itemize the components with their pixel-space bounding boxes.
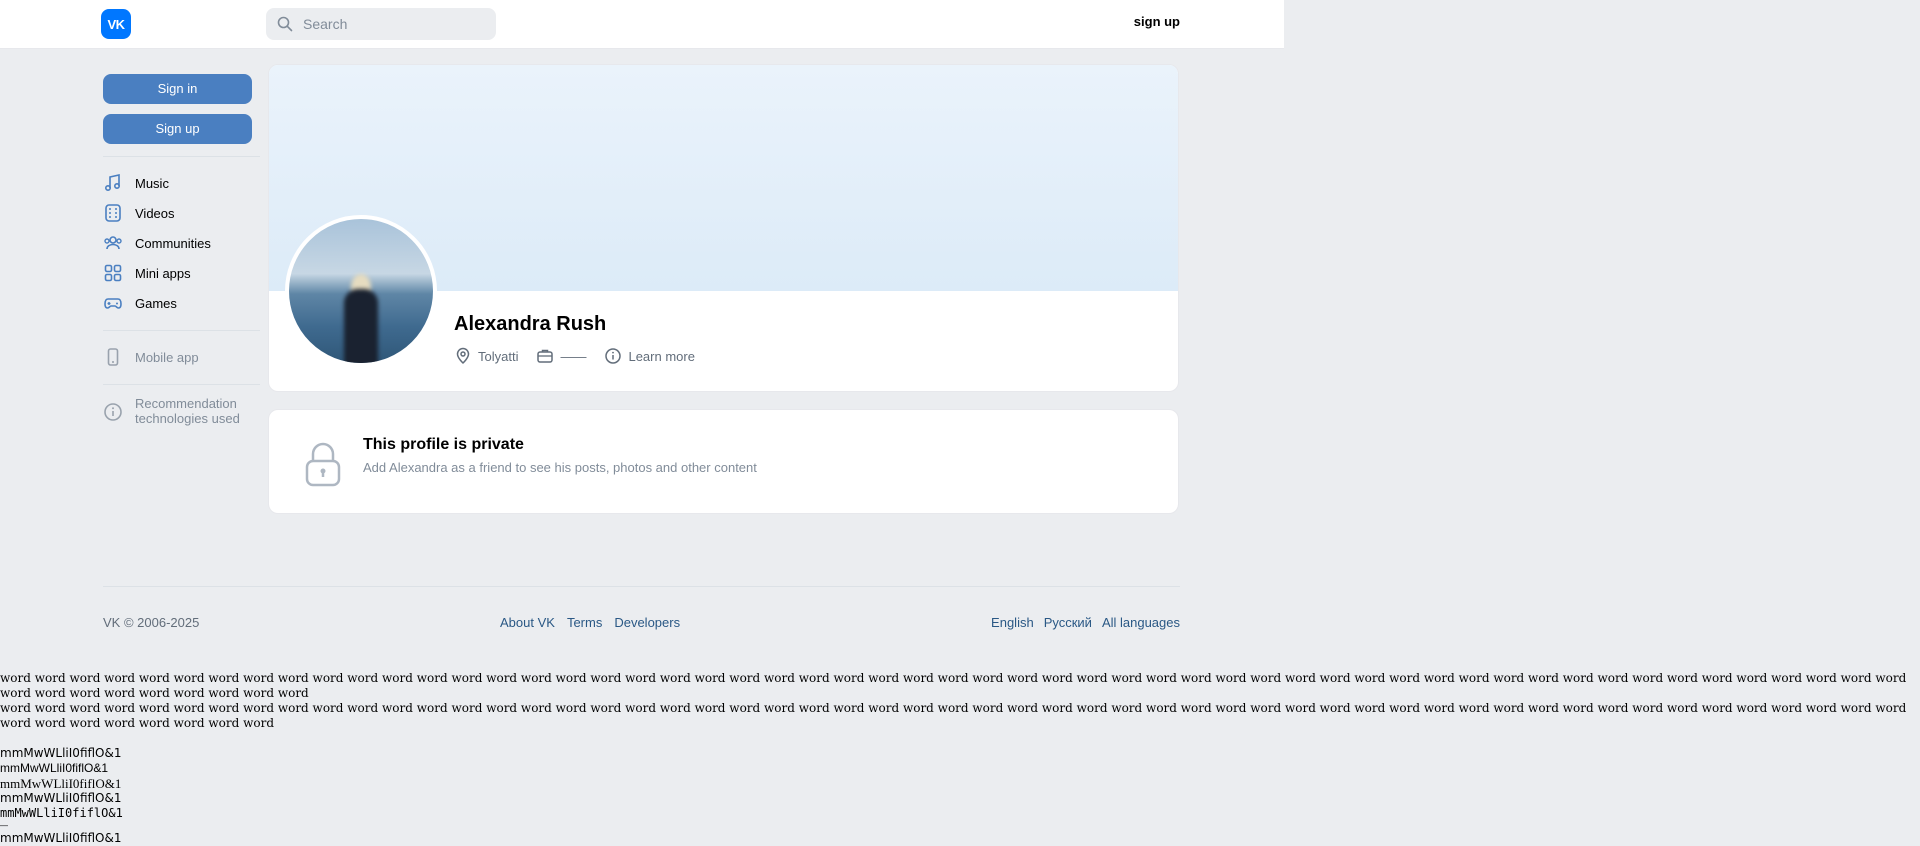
sidebar-item-label: Recommendation technologies used <box>135 396 240 426</box>
sidebar-item-music[interactable]: Music <box>103 168 260 198</box>
sidebar-divider <box>103 330 260 331</box>
footer-divider <box>103 586 1180 587</box>
language-english[interactable]: English <box>991 615 1034 630</box>
location-icon <box>456 347 470 365</box>
font-sample: mmMwWLliI0fiflO&1 <box>0 791 122 805</box>
sidebar-item-videos[interactable]: Videos <box>103 198 260 228</box>
info-icon <box>103 402 123 422</box>
sidebar-item-mobile-app[interactable]: Mobile app <box>103 342 260 372</box>
gamepad-icon <box>103 293 123 313</box>
left-sidebar: Sign in Sign up Music Videos Communities… <box>103 74 260 426</box>
font-sample: mmMwWLliI0fiflO&1 <box>0 831 122 845</box>
vk-logo[interactable]: VK <box>101 9 131 39</box>
profile-city: Tolyatti <box>478 348 519 364</box>
private-description: Add Alexandra as a friend to see his pos… <box>363 460 757 475</box>
font-sample: mmMwWLliI0fiflO&1 <box>0 776 122 791</box>
search-input[interactable] <box>301 15 485 33</box>
footer-link-developers[interactable]: Developers <box>614 615 680 630</box>
sidebar-item-communities[interactable]: Communities <box>103 228 260 258</box>
lock-icon <box>305 442 341 487</box>
sidebar-divider <box>103 384 260 385</box>
language-russian[interactable]: Русский <box>1044 615 1092 630</box>
video-icon <box>103 203 123 223</box>
mini-apps-icon <box>103 263 123 283</box>
profile-card: Alexandra Rush Tolyatti —— Learn more <box>268 64 1179 392</box>
learn-more-link[interactable]: Learn more <box>628 349 694 364</box>
font-sample: mmMwWLliI0fiflO&1 <box>0 806 123 820</box>
sidebar-item-label: Games <box>135 295 177 311</box>
footer-link-about[interactable]: About VK <box>500 615 555 630</box>
communities-icon <box>103 233 123 253</box>
profile-work: —— <box>560 348 587 364</box>
sidebar-divider <box>103 156 260 157</box>
sidebar-item-games[interactable]: Games <box>103 288 260 318</box>
font-sample: mmMwWLliI0fiflO&1 <box>0 761 109 775</box>
footer-link-terms[interactable]: Terms <box>567 615 602 630</box>
sign-in-button[interactable]: Sign in <box>103 74 252 104</box>
copyright-text: VK © 2006-2025 <box>103 615 200 630</box>
search-box[interactable] <box>266 8 496 40</box>
words-line: word word word word word word word word … <box>0 671 1907 700</box>
private-title: This profile is private <box>363 436 524 453</box>
divider-dash: — <box>0 821 8 830</box>
music-icon <box>103 173 123 193</box>
font-sample: mmMwWLliI0fiflO&1 <box>0 746 122 760</box>
private-profile-card: This profile is private Add Alexandra as… <box>268 409 1179 514</box>
phone-icon <box>103 347 123 367</box>
sidebar-item-mini-apps[interactable]: Mini apps <box>103 258 260 288</box>
words-line: word word word word word word word word … <box>0 701 1907 730</box>
sidebar-item-label: Communities <box>135 235 211 251</box>
avatar-figure <box>344 289 378 363</box>
avatar[interactable] <box>285 215 437 367</box>
sidebar-item-label: Videos <box>135 205 175 221</box>
header-signup-link[interactable]: sign up <box>1120 14 1180 29</box>
sidebar-item-label: Mobile app <box>135 349 199 365</box>
profile-meta: Tolyatti —— Learn more <box>454 347 695 365</box>
sidebar-item-recommendation[interactable]: Recommendation technologies used <box>103 396 260 426</box>
profile-name: Alexandra Rush <box>454 313 607 335</box>
footer-languages: English Русский All languages <box>991 615 1180 630</box>
info-icon <box>605 348 622 364</box>
briefcase-icon <box>537 349 554 363</box>
sidebar-item-label: Mini apps <box>135 265 191 281</box>
sidebar-item-label: Music <box>135 175 169 191</box>
footer-copyright: VK © 2006-2025 <box>103 615 199 630</box>
sign-up-button[interactable]: Sign up <box>103 114 252 144</box>
footer-links: About VK Terms Developers <box>500 615 680 630</box>
search-icon <box>277 16 293 32</box>
top-header: VK sign up <box>0 0 1284 49</box>
language-all[interactable]: All languages <box>1102 615 1180 630</box>
font-test-block: word word word word word word word word … <box>0 671 1920 846</box>
